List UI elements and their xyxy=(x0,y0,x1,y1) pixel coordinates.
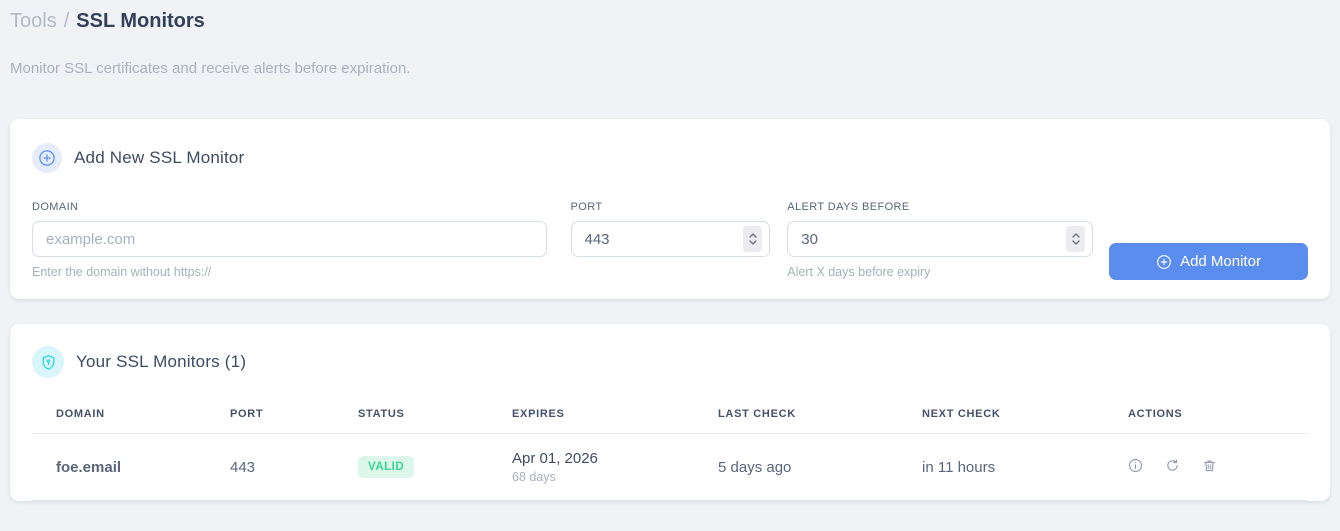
last-check: 5 days ago xyxy=(694,433,898,501)
expires-days-remaining: 68 days xyxy=(512,470,556,484)
col-header-port: PORT xyxy=(206,400,334,434)
circle-plus-icon xyxy=(32,143,62,173)
shield-icon xyxy=(32,346,64,378)
domain-input[interactable] xyxy=(32,221,547,257)
refresh-icon[interactable] xyxy=(1165,458,1180,473)
alert-days-label: ALERT DAYS BEFORE xyxy=(787,201,910,213)
port-stepper[interactable] xyxy=(743,226,763,252)
add-monitor-title: Add New SSL Monitor xyxy=(74,148,245,167)
info-icon[interactable] xyxy=(1128,458,1143,473)
add-monitor-form: DOMAIN Enter the domain without https://… xyxy=(32,201,1308,280)
col-header-last-check: LAST CHECK xyxy=(694,400,898,434)
monitors-title: Your SSL Monitors (1) xyxy=(76,352,247,371)
add-monitor-card-header: Add New SSL Monitor xyxy=(32,143,1308,173)
next-check: in 11 hours xyxy=(898,433,1104,501)
port-input[interactable] xyxy=(570,221,771,257)
alert-days-helper-text: Alert X days before expiry xyxy=(787,265,931,279)
expires-date: Apr 01, 2026 xyxy=(512,450,598,467)
col-header-status: STATUS xyxy=(334,400,488,434)
add-monitor-button[interactable]: Add Monitor xyxy=(1109,243,1308,280)
page-title: SSL Monitors xyxy=(76,10,205,32)
port-field-group: PORT xyxy=(570,201,771,257)
alert-days-stepper[interactable] xyxy=(1066,226,1085,252)
table-header-row: DOMAIN PORT STATUS EXPIRES LAST CHECK NE… xyxy=(32,400,1308,434)
col-header-next-check: NEXT CHECK xyxy=(898,400,1104,434)
domain-label: DOMAIN xyxy=(32,201,79,213)
monitor-port: 443 xyxy=(206,433,334,501)
col-header-actions: ACTIONS xyxy=(1104,400,1308,434)
monitor-domain: foe.email xyxy=(32,433,206,501)
page-subtitle: Monitor SSL certificates and receive ale… xyxy=(10,60,411,77)
domain-field-group: DOMAIN Enter the domain without https:// xyxy=(32,201,547,279)
port-label: PORT xyxy=(570,201,603,213)
submit-button-wrap: Add Monitor xyxy=(1109,201,1308,280)
status-badge: VALID xyxy=(358,456,415,478)
add-monitor-card: Add New SSL Monitor DOMAIN Enter the dom… xyxy=(10,119,1330,299)
plus-icon xyxy=(1156,254,1172,270)
alert-days-field-group: ALERT DAYS BEFORE Alert X days before ex… xyxy=(787,201,1093,279)
col-header-expires: EXPIRES xyxy=(488,400,694,434)
table-row: foe.email 443 VALID Apr 01, 2026 68 days… xyxy=(32,433,1308,501)
domain-helper-text: Enter the domain without https:// xyxy=(32,265,212,279)
ssl-monitors-page: Tools / SSL Monitors Monitor SSL certifica… xyxy=(0,0,1340,531)
trash-icon[interactable] xyxy=(1202,458,1217,473)
add-monitor-button-label: Add Monitor xyxy=(1180,253,1261,270)
monitors-card-header: Your SSL Monitors (1) xyxy=(32,346,1308,378)
breadcrumb-tools-link[interactable]: Tools xyxy=(10,10,57,32)
col-header-domain: DOMAIN xyxy=(32,400,206,434)
monitors-table: DOMAIN PORT STATUS EXPIRES LAST CHECK NE… xyxy=(32,400,1308,501)
breadcrumb: Tools / SSL Monitors xyxy=(10,8,1330,34)
breadcrumb-separator: / xyxy=(63,10,70,32)
monitors-card: Your SSL Monitors (1) DOMAIN PORT STATUS… xyxy=(10,324,1330,501)
alert-days-input[interactable] xyxy=(787,221,1093,257)
